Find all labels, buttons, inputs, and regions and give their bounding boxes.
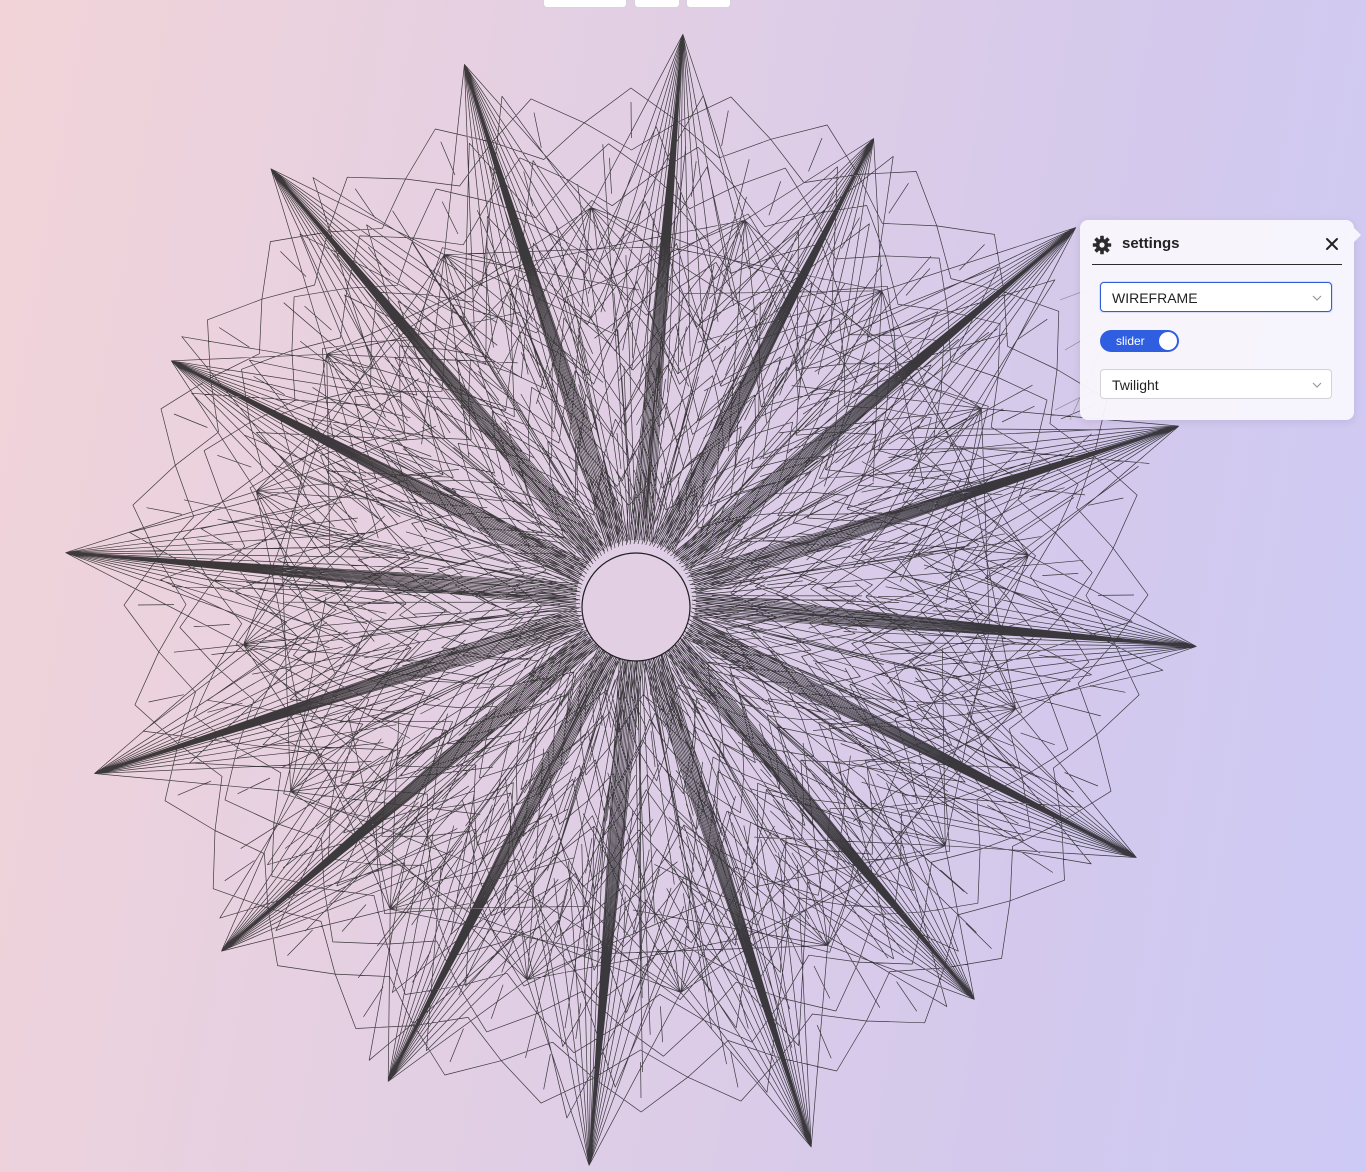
chevron-down-icon: [1312, 382, 1322, 388]
gear-icon: [1092, 235, 1112, 255]
palette-select[interactable]: Twilight: [1100, 369, 1332, 399]
slider-toggle[interactable]: slider: [1100, 330, 1179, 352]
settings-panel: settings WIREFRAME slider Twilight: [1080, 220, 1354, 420]
settings-title: settings: [1122, 235, 1180, 252]
toggle-knob: [1159, 332, 1177, 350]
close-icon[interactable]: [1322, 234, 1342, 254]
center-hole: [581, 552, 691, 662]
palette-value: Twilight: [1112, 377, 1159, 393]
toolbar-tab-2[interactable]: [634, 0, 680, 8]
render-mode-select[interactable]: WIREFRAME: [1100, 282, 1332, 312]
chevron-down-icon: [1312, 295, 1322, 301]
slider-toggle-label: slider: [1116, 334, 1145, 348]
toolbar-tab-1[interactable]: [543, 0, 627, 8]
settings-header: settings: [1092, 230, 1342, 265]
wireframe-canvas[interactable]: [0, 0, 1366, 1172]
render-mode-value: WIREFRAME: [1112, 290, 1198, 306]
toolbar-tab-3[interactable]: [686, 0, 731, 8]
